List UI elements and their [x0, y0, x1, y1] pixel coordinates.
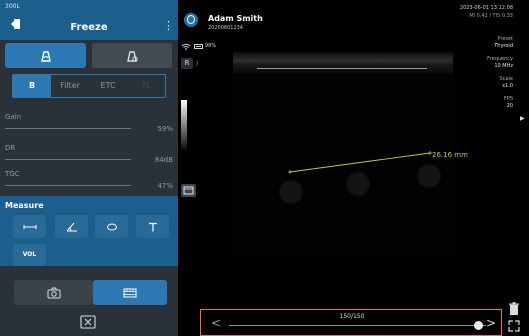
distance-icon — [23, 224, 36, 229]
more-menu-icon[interactable]: ⋮ — [163, 20, 174, 32]
ellipse-icon — [106, 223, 117, 230]
vol-tool-button[interactable]: VOL — [13, 244, 46, 266]
patient-name: Adam Smith — [208, 14, 263, 23]
app-logo-icon — [184, 13, 198, 27]
vessel-cross-section — [418, 165, 440, 187]
wifi-icon — [181, 43, 191, 50]
skin-line — [257, 68, 427, 69]
param-label: FPS — [503, 96, 513, 102]
orientation-r-button[interactable]: R — [181, 58, 193, 69]
tab-etc[interactable]: ETC — [89, 75, 127, 97]
dr-track[interactable] — [5, 159, 131, 160]
dr-value: 84dB — [154, 156, 173, 164]
measure-title: Measure — [5, 201, 44, 210]
param-label: Frequency — [487, 56, 513, 62]
fullscreen-icon[interactable] — [508, 320, 520, 332]
ultrasound-image[interactable] — [233, 52, 453, 258]
tgc-label: TGC — [5, 170, 20, 178]
param-value: x1.0 — [502, 83, 513, 89]
grayscale-bar — [181, 100, 187, 152]
cine-frame-counter: 150/150 — [339, 313, 365, 320]
chevron-right-icon[interactable]: ⟩ — [196, 60, 198, 67]
model-label: 300L — [5, 3, 20, 10]
expand-right-arrow-icon[interactable]: ▶ — [520, 115, 525, 122]
param-value: 20 — [506, 103, 513, 109]
vessel-cross-section — [347, 173, 369, 195]
angle-icon — [66, 222, 77, 231]
datetime: 2023-06-01 13:12:08 — [459, 5, 513, 11]
trash-icon[interactable] — [508, 302, 520, 316]
cine-clip-button[interactable] — [93, 280, 167, 305]
param-label: Preset — [497, 36, 513, 42]
tgc-track[interactable] — [5, 185, 131, 186]
near-field-band — [233, 52, 453, 74]
battery-percent: 98% — [205, 43, 217, 49]
cine-next-button[interactable]: > — [486, 317, 496, 329]
probe-mode-button-alt[interactable] — [92, 43, 172, 68]
param-label: Scale — [499, 76, 513, 82]
tab-filter[interactable]: Filter — [51, 75, 89, 97]
control-panel: 300L Freeze ⋮ B Filter ETC TL Gain 59% D… — [0, 0, 178, 336]
dr-label: DR — [5, 144, 16, 152]
param-value: Thyroid — [494, 43, 513, 49]
distance-tool-button[interactable] — [13, 215, 46, 238]
tab-tl[interactable]: TL — [127, 75, 165, 97]
measurement-label: 26.16 mm — [432, 151, 468, 159]
patient-id: 20200801234 — [208, 25, 243, 31]
ellipse-tool-button[interactable] — [95, 215, 128, 238]
dr-slider[interactable]: DR 84dB — [5, 144, 173, 168]
battery-icon — [194, 44, 203, 49]
cine-playback-bar: < 150/150 > — [200, 309, 502, 336]
probe-icon — [40, 50, 51, 62]
tgc-value: 47% — [157, 182, 173, 190]
probe-settings-icon — [127, 50, 138, 62]
gain-slider[interactable]: Gain 59% — [5, 113, 173, 137]
camera-icon — [47, 287, 60, 298]
angle-tool-button[interactable] — [55, 215, 88, 238]
tab-b[interactable]: B — [13, 75, 51, 97]
vessel-cross-section — [280, 181, 302, 203]
text-tool-button[interactable] — [136, 215, 169, 238]
probe-mode-button-active[interactable] — [5, 43, 86, 68]
text-icon — [148, 222, 157, 231]
gain-label: Gain — [5, 113, 22, 121]
mi-ti-readout: MI 0.42 / TIS 0.33 — [469, 13, 513, 19]
gain-track[interactable] — [5, 128, 131, 129]
param-value: 10 MHz — [494, 63, 513, 69]
freeze-title: Freeze — [70, 22, 108, 33]
film-icon — [123, 288, 137, 297]
gain-value: 59% — [157, 125, 173, 133]
exit-freeze-icon[interactable] — [76, 314, 100, 330]
mode-tabs: B Filter ETC TL — [12, 74, 166, 98]
tgc-slider[interactable]: TGC 47% — [5, 170, 173, 194]
cine-scrub-handle[interactable] — [474, 321, 483, 330]
frame-toggle-icon[interactable] — [181, 184, 196, 197]
snapshot-button[interactable] — [14, 280, 93, 305]
cine-track[interactable] — [229, 325, 486, 326]
panel-header — [0, 0, 178, 40]
